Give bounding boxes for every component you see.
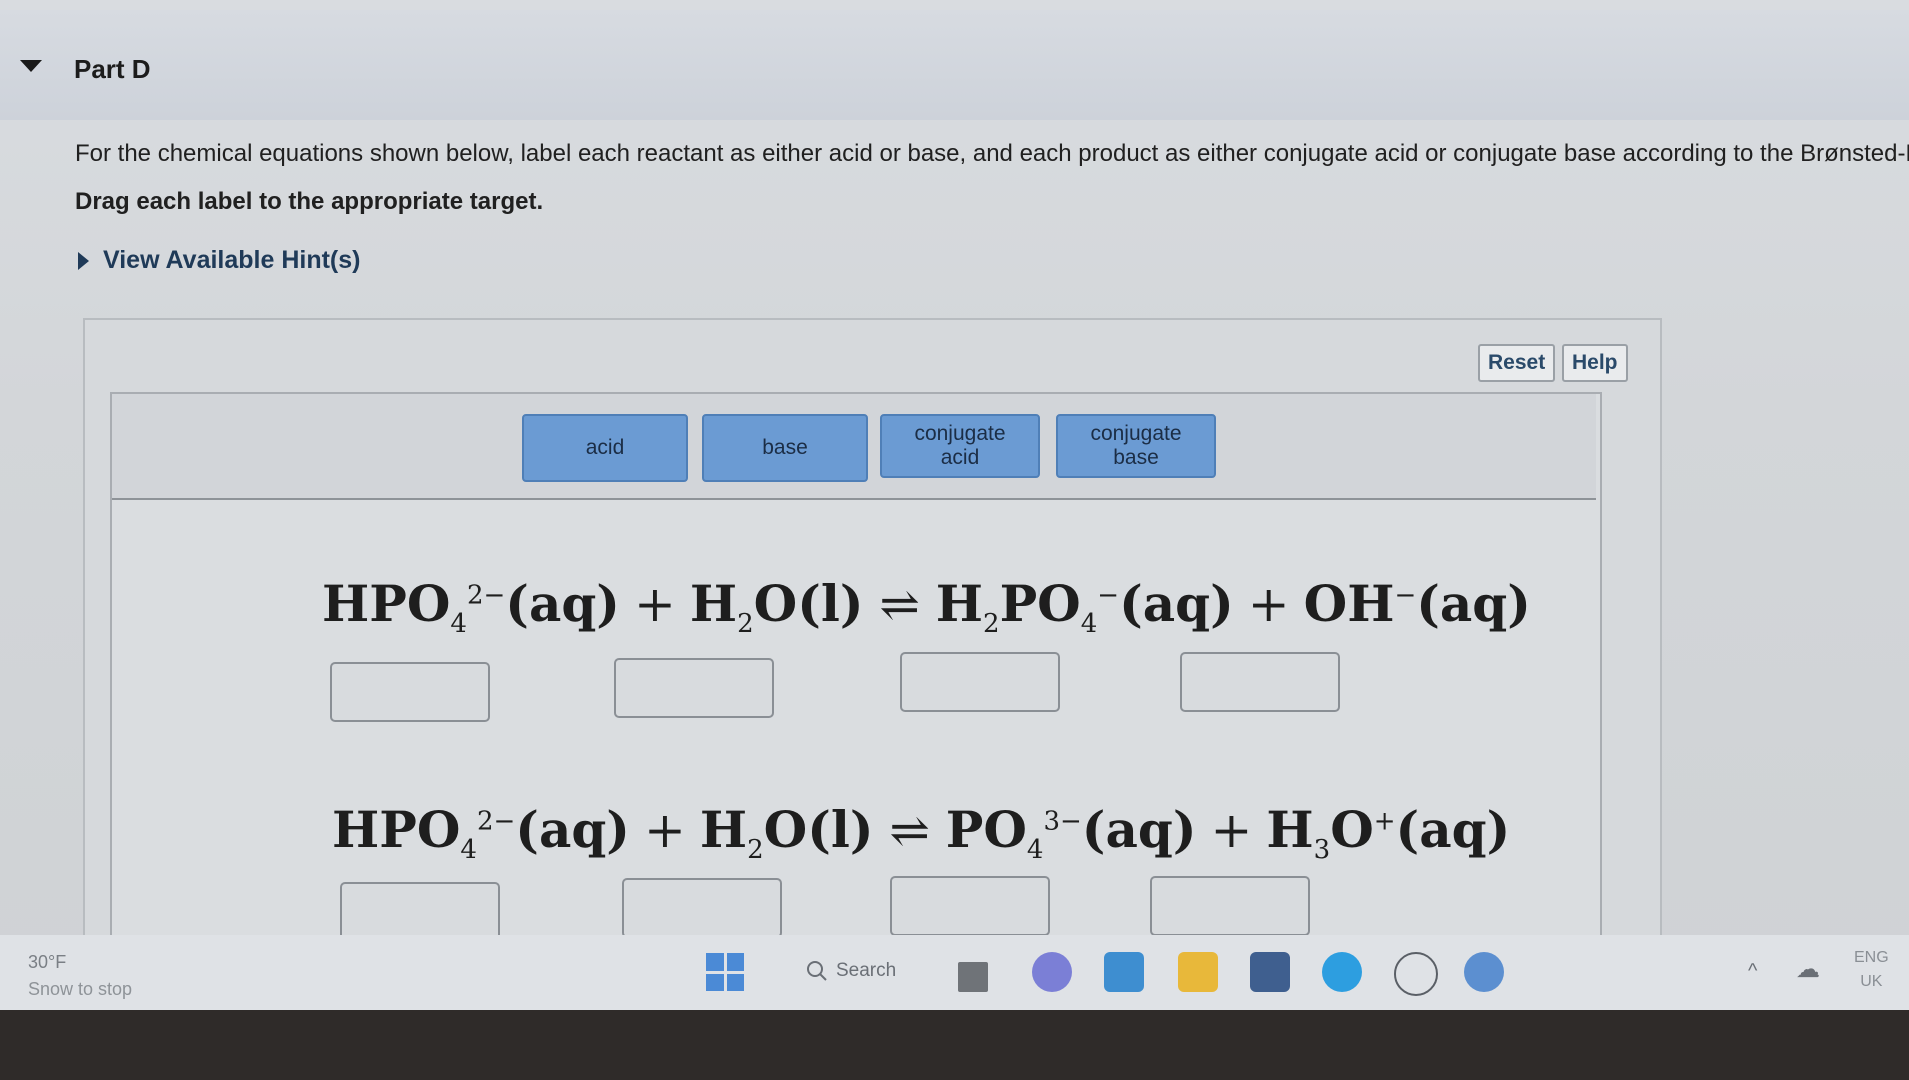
weather-temp: 30°F xyxy=(28,952,67,972)
eq1-plus1: + xyxy=(633,575,676,633)
view-hints-link[interactable]: View Available Hint(s) xyxy=(78,246,360,275)
app-icon[interactable] xyxy=(1464,952,1504,992)
triangle-right-icon xyxy=(78,251,89,270)
file-explorer-icon[interactable] xyxy=(958,962,988,992)
instructions: For the chemical equations shown below, … xyxy=(75,140,1909,216)
search-label: Search xyxy=(836,960,897,981)
chevron-up-icon[interactable]: ^ xyxy=(1748,960,1757,983)
caret-down-icon[interactable] xyxy=(20,60,42,72)
reset-button[interactable]: Reset xyxy=(1478,344,1556,382)
eq2-target-product1[interactable] xyxy=(890,876,1050,936)
eq1-reactant1: HPO42−(aq) xyxy=(322,574,620,639)
edge-icon[interactable] xyxy=(1322,952,1362,992)
dell-icon[interactable] xyxy=(1394,952,1438,996)
windows-start-icon[interactable] xyxy=(706,953,744,991)
eq2-target-product2[interactable] xyxy=(1150,876,1310,936)
label-acid[interactable]: acid xyxy=(522,414,688,482)
weather-widget[interactable]: 30°F Snow to stop xyxy=(28,952,132,1000)
eq1-target-product2[interactable] xyxy=(1180,652,1340,712)
eq2-reactant2: H2O(l) xyxy=(699,800,874,865)
equation-1: HPO42−(aq) + H2O(l) ⇌ H2PO4−(aq) + OH−(a… xyxy=(322,574,1531,639)
instructions-drag: Drag each label to the appropriate targe… xyxy=(75,188,544,215)
instructions-text: For the chemical equations shown below, … xyxy=(75,140,1909,167)
hint-label: View Available Hint(s) xyxy=(103,246,361,274)
label-conjugate-acid[interactable]: conjugate acid xyxy=(880,414,1040,478)
eq2-plus2: + xyxy=(1210,801,1253,859)
label-conjugate-acid-text: conjugate acid xyxy=(914,422,1006,469)
part-header[interactable]: Part D xyxy=(0,10,1909,120)
eq2-product1: PO43−(aq) xyxy=(945,800,1197,865)
language-indicator[interactable]: ENG UK xyxy=(1854,946,1889,994)
eq1-plus2: + xyxy=(1247,575,1290,633)
weather-desc: Snow to stop xyxy=(28,979,133,999)
chat-icon[interactable] xyxy=(1032,952,1072,992)
taskbar-search[interactable]: Search xyxy=(806,960,896,982)
lang-secondary: UK xyxy=(1860,973,1883,990)
equilibrium-arrow: ⇌ xyxy=(879,577,920,633)
help-button[interactable]: Help xyxy=(1562,344,1628,382)
label-acid-text: acid xyxy=(585,436,625,459)
taskbar xyxy=(0,935,1909,1010)
eq1-product1: H2PO4−(aq) xyxy=(935,574,1234,639)
store-icon[interactable] xyxy=(1250,952,1290,992)
part-title: Part D xyxy=(74,54,151,84)
mail-icon[interactable] xyxy=(1104,952,1144,992)
folder-icon[interactable] xyxy=(1178,952,1218,992)
label-conjugate-base[interactable]: conjugate base xyxy=(1056,414,1216,478)
label-base[interactable]: base xyxy=(702,414,868,482)
eq2-plus1: + xyxy=(643,801,686,859)
label-conjugate-base-text: conjugate base xyxy=(1090,422,1182,469)
eq2-target-reactant2[interactable] xyxy=(622,878,782,938)
eq1-reactant2: H2O(l) xyxy=(689,574,864,639)
screen: Part D For the chemical equations shown … xyxy=(0,0,1909,1010)
search-icon xyxy=(807,961,827,981)
eq1-product2: OH−(aq) xyxy=(1303,574,1531,633)
eq2-reactant1: HPO42−(aq) xyxy=(332,800,630,865)
cloud-icon[interactable]: ☁ xyxy=(1796,955,1820,984)
equation-2: HPO42−(aq) + H2O(l) ⇌ PO43−(aq) + H3O+(a… xyxy=(332,800,1510,865)
lang-primary: ENG xyxy=(1854,949,1889,966)
eq2-product2: H3O+(aq) xyxy=(1266,800,1511,865)
eq2-target-reactant1[interactable] xyxy=(340,882,500,942)
label-base-text: base xyxy=(762,436,808,459)
eq1-target-product1[interactable] xyxy=(900,652,1060,712)
eq1-target-reactant1[interactable] xyxy=(330,662,490,722)
equilibrium-arrow: ⇌ xyxy=(889,803,930,859)
eq1-target-reactant2[interactable] xyxy=(614,658,774,718)
